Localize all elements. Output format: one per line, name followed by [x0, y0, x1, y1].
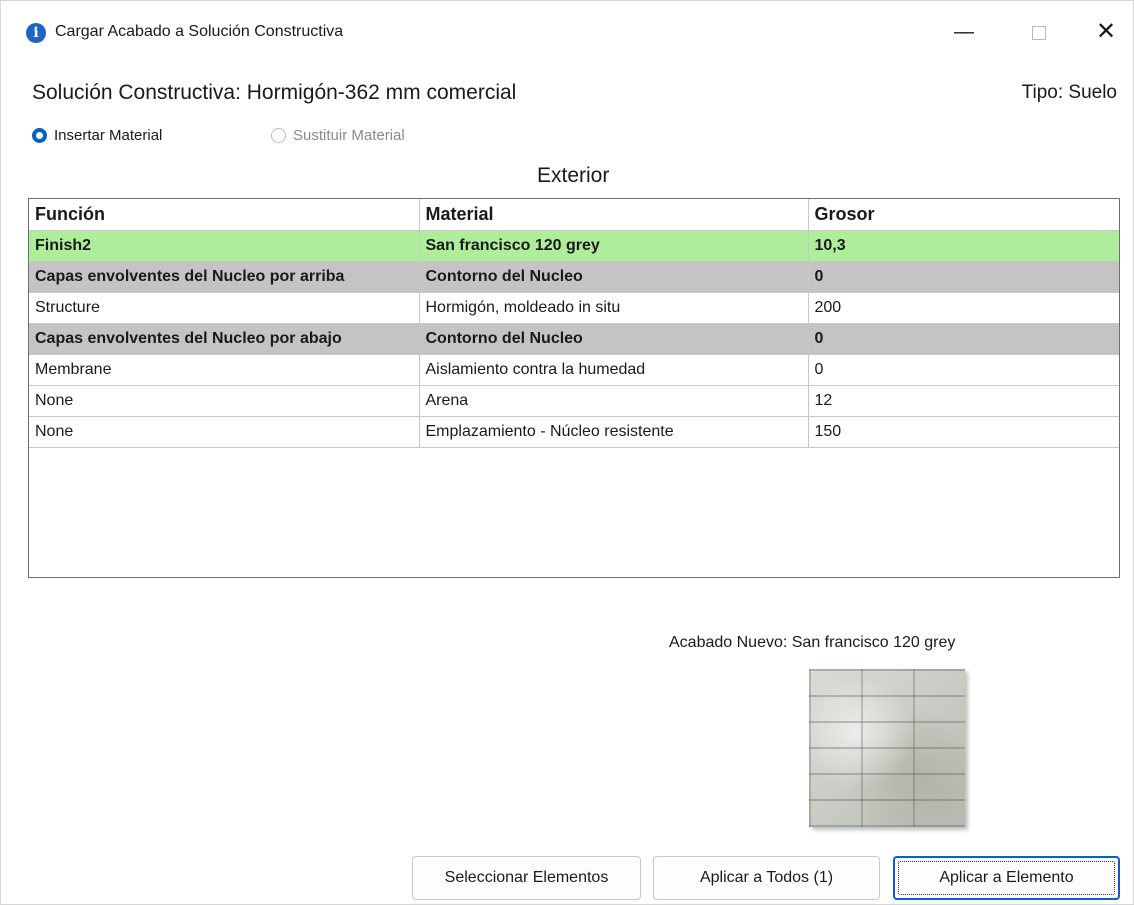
- column-header-funcion[interactable]: Función: [29, 199, 420, 231]
- close-button[interactable]: ✕: [1083, 13, 1129, 51]
- cell-material[interactable]: Aislamiento contra la humedad: [419, 354, 809, 386]
- table-row[interactable]: Capas envolventes del Nucleo por arriba …: [29, 261, 1119, 293]
- cell-grosor[interactable]: 12: [808, 385, 1119, 417]
- minimize-button[interactable]: —: [941, 13, 987, 51]
- insertar-material-radio[interactable]: Insertar Material: [32, 127, 162, 144]
- aplicar-a-elemento-button[interactable]: Aplicar a Elemento: [893, 856, 1120, 900]
- solucion-label: Solución Constructiva: Hormigón-362 mm c…: [32, 81, 517, 104]
- grid-header-row: Función Material Grosor: [29, 199, 1119, 231]
- cell-funcion[interactable]: Finish2: [29, 230, 420, 262]
- maximize-button[interactable]: [1016, 13, 1062, 51]
- cell-grosor[interactable]: 150: [808, 416, 1119, 448]
- cell-material[interactable]: Emplazamiento - Núcleo resistente: [419, 416, 809, 448]
- maximize-icon: [1032, 25, 1046, 40]
- cell-grosor[interactable]: 0: [808, 261, 1119, 293]
- table-row[interactable]: None Arena 12: [29, 385, 1119, 417]
- focus-ring: [898, 861, 1115, 895]
- table-row[interactable]: Structure Hormigón, moldeado in situ 200: [29, 292, 1119, 324]
- cell-grosor[interactable]: 0: [808, 323, 1119, 355]
- window-title: Cargar Acabado a Solución Constructiva: [55, 23, 344, 40]
- cell-material[interactable]: Contorno del Nucleo: [419, 261, 809, 293]
- sustituir-material-label: Sustituir Material: [293, 127, 405, 144]
- cell-grosor[interactable]: 200: [808, 292, 1119, 324]
- aplicar-a-todos-button[interactable]: Aplicar a Todos (1): [653, 856, 880, 900]
- cell-material[interactable]: Hormigón, moldeado in situ: [419, 292, 809, 324]
- title-bar[interactable]: i Cargar Acabado a Solución Constructiva…: [1, 1, 1133, 63]
- column-header-material[interactable]: Material: [419, 199, 809, 231]
- info-icon: i: [26, 23, 46, 43]
- cell-grosor[interactable]: 10,3: [808, 230, 1119, 262]
- cell-material[interactable]: San francisco 120 grey: [419, 230, 809, 262]
- table-row[interactable]: Membrane Aislamiento contra la humedad 0: [29, 354, 1119, 386]
- radio-checked-icon: [32, 128, 47, 143]
- sustituir-material-radio: Sustituir Material: [271, 127, 405, 144]
- cell-funcion[interactable]: Capas envolventes del Nucleo por abajo: [29, 323, 420, 355]
- cell-material[interactable]: Arena: [419, 385, 809, 417]
- cell-funcion[interactable]: Capas envolventes del Nucleo por arriba: [29, 261, 420, 293]
- cell-material[interactable]: Contorno del Nucleo: [419, 323, 809, 355]
- radio-unchecked-icon: [271, 128, 286, 143]
- cell-funcion[interactable]: None: [29, 416, 420, 448]
- table-row[interactable]: None Emplazamiento - Núcleo resistente 1…: [29, 416, 1119, 448]
- layers-grid[interactable]: Función Material Grosor Finish2 San fran…: [28, 198, 1120, 578]
- seleccionar-elementos-button[interactable]: Seleccionar Elementos: [412, 856, 641, 900]
- tipo-label: Tipo: Suelo: [1021, 82, 1117, 103]
- cell-grosor[interactable]: 0: [808, 354, 1119, 386]
- cell-funcion[interactable]: Structure: [29, 292, 420, 324]
- acabado-nuevo-label: Acabado Nuevo: San francisco 120 grey: [669, 634, 956, 651]
- column-header-grosor[interactable]: Grosor: [808, 199, 1119, 231]
- dialog-window: i Cargar Acabado a Solución Constructiva…: [0, 0, 1134, 905]
- table-row[interactable]: Capas envolventes del Nucleo por abajo C…: [29, 323, 1119, 355]
- cell-funcion[interactable]: Membrane: [29, 354, 420, 386]
- cell-funcion[interactable]: None: [29, 385, 420, 417]
- grid-caption: Exterior: [537, 164, 610, 187]
- table-row[interactable]: Finish2 San francisco 120 grey 10,3: [29, 230, 1119, 262]
- material-preview-image: [809, 669, 965, 827]
- insertar-material-label: Insertar Material: [54, 127, 163, 144]
